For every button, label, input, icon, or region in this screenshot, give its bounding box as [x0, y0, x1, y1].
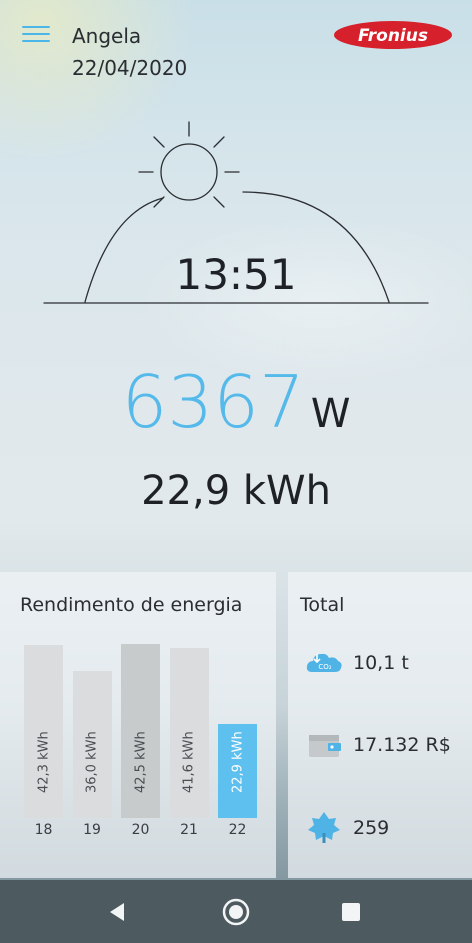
fronius-logo: Fronius [334, 21, 452, 49]
current-date: 22/04/2020 [72, 56, 188, 80]
energy-yield-card[interactable]: Rendimento de energia 42,3 kWh 18 36,0 kWh… [0, 572, 276, 878]
tree-icon [308, 812, 340, 843]
energy-bar[interactable]: 41,6 kWh [169, 648, 209, 818]
energy-bar-day: 19 [83, 822, 101, 838]
power-value: 6367 [121, 360, 305, 444]
total-card[interactable]: Total CO₂ 10,1 t 17.132 R$ 259 [288, 572, 472, 878]
energy-bar-label: 22,9 kWh [230, 731, 245, 793]
energy-bar-label: 42,5 kWh [133, 731, 148, 793]
energy-bar-label: 36,0 kWh [84, 731, 100, 793]
co2-saved-value: 10,1 t [353, 652, 409, 674]
logo-text: Fronius [358, 26, 428, 46]
energy-bar-day: 22 [228, 822, 247, 838]
back-icon[interactable] [106, 901, 128, 923]
sun-icon [160, 143, 218, 201]
energy-bar-day: 21 [180, 822, 198, 838]
energy-bar[interactable]: 42,5 kWh [121, 644, 160, 818]
total-title: Total [300, 594, 345, 616]
android-navigation-bar [0, 880, 472, 943]
app-header: Angela 22/04/2020 Fronius [0, 0, 472, 90]
trees-value: 259 [353, 817, 390, 839]
hamburger-menu-icon[interactable] [22, 26, 50, 48]
total-co2-row: CO₂ 10,1 t [304, 642, 472, 682]
energy-bar-value: 36,0 kWh [73, 698, 112, 808]
energy-bar-value: 42,3 kWh [24, 698, 63, 808]
energy-bar-day: 18 [34, 822, 53, 838]
home-icon[interactable] [222, 898, 250, 926]
energy-bar[interactable]: 36,0 kWh [72, 671, 112, 818]
user-name: Angela [72, 24, 142, 48]
money-saved-value: 17.132 R$ [353, 734, 451, 756]
energy-bar[interactable]: 42,3 kWh [24, 645, 63, 818]
energy-today: 22,9 kWh [141, 468, 331, 514]
energy-bar-value: 22,9 kWh [218, 698, 257, 808]
energy-bar[interactable]: 22,9 kWh [218, 724, 257, 818]
energy-bar-label: 42,3 kWh [36, 731, 51, 793]
wallet-icon [309, 735, 341, 757]
energy-bar-day: 20 [131, 822, 150, 838]
energy-bar-value: 41,6 kWh [170, 698, 209, 808]
total-trees-row: 259 [304, 807, 472, 847]
recent-apps-icon[interactable] [342, 903, 360, 921]
total-money-row: 17.132 R$ [304, 724, 472, 764]
current-time: 13:51 [175, 250, 297, 299]
svg-text:CO₂: CO₂ [318, 663, 331, 671]
power-unit: W [310, 391, 351, 437]
co2-cloud-icon: CO₂ [306, 653, 342, 672]
energy-bar-label: 41,6 kWh [181, 731, 197, 793]
energy-bar-value: 42,5 kWh [121, 698, 160, 808]
energy-yield-title: Rendimento de energia [20, 594, 243, 616]
current-power: 6367 W [0, 360, 472, 444]
